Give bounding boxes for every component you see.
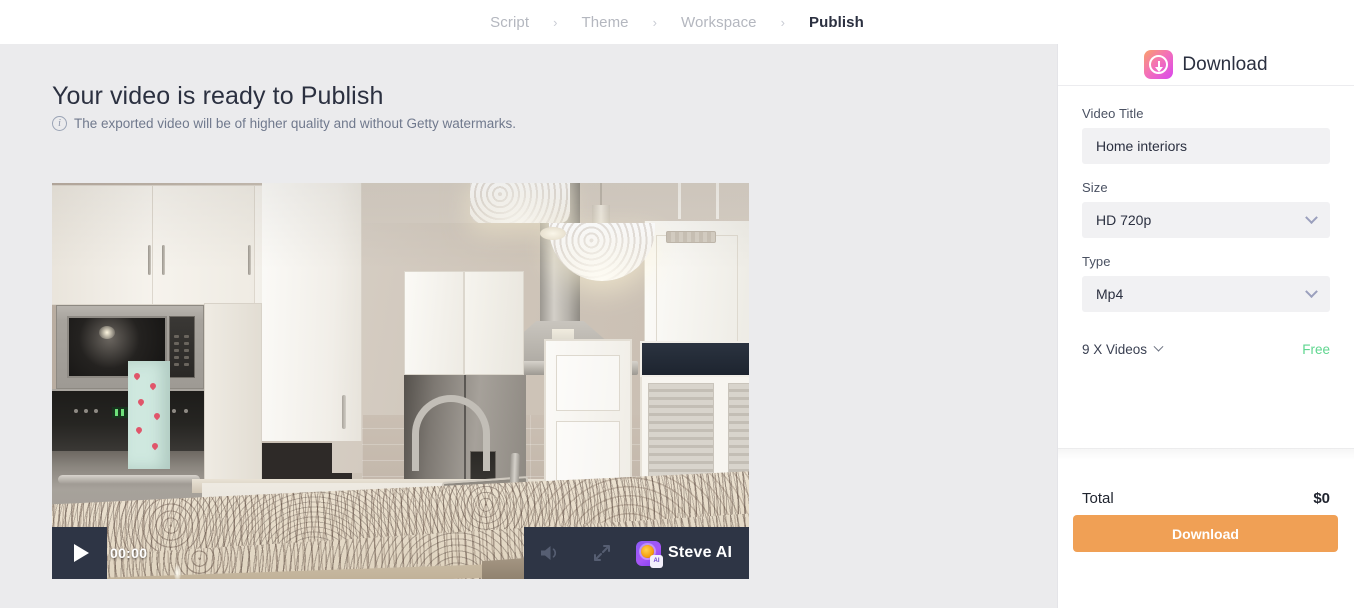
subtitle-row: i The exported video will be of higher q… — [52, 116, 516, 131]
chevron-down-icon — [1305, 284, 1318, 298]
brand-name-label: Steve AI — [668, 544, 733, 561]
breadcrumb-separator-icon: › — [652, 14, 657, 30]
video-title-input[interactable]: Home interiors — [1082, 128, 1330, 164]
player-controls: AI Steve AI 00:00 — [52, 527, 749, 579]
download-badge-icon — [1144, 50, 1174, 79]
videos-price-label: Free — [1302, 342, 1330, 357]
download-panel-title: Download — [1182, 53, 1268, 75]
videos-count-toggle[interactable]: 9 X Videos — [1082, 341, 1164, 357]
steve-ai-logo-icon: AI — [636, 540, 663, 568]
type-value: Mp4 — [1096, 286, 1124, 302]
breadcrumb-item-publish[interactable]: Publish — [807, 14, 866, 31]
download-panel: Download Video Title Home interiors Size… — [1057, 44, 1354, 608]
breadcrumb: Script › Theme › Workspace › Publish — [488, 14, 866, 31]
info-circle-icon: i — [52, 116, 67, 131]
type-select[interactable]: Mp4 — [1082, 276, 1330, 312]
breadcrumb-item-theme[interactable]: Theme — [579, 14, 630, 31]
total-label: Total — [1082, 490, 1114, 507]
breadcrumb-item-workspace[interactable]: Workspace — [679, 14, 759, 31]
fullscreen-button[interactable] — [576, 527, 628, 579]
chevron-down-icon — [1305, 210, 1318, 224]
video-title-label: Video Title — [1082, 106, 1144, 121]
size-label: Size — [1082, 180, 1108, 195]
current-time-label: 00:00 — [110, 545, 148, 561]
brand-badge-label: AI — [650, 554, 663, 568]
size-value: HD 720p — [1096, 212, 1152, 228]
top-header: Script › Theme › Workspace › Publish — [0, 0, 1354, 44]
type-label: Type — [1082, 254, 1111, 269]
play-button[interactable] — [52, 527, 107, 579]
download-panel-header: Download — [1058, 44, 1354, 86]
total-value: $0 — [1313, 490, 1330, 507]
subtitle-text: The exported video will be of higher qua… — [74, 116, 516, 131]
volume-button[interactable] — [524, 527, 576, 579]
size-select[interactable]: HD 720p — [1082, 202, 1330, 238]
kitchen-scene-image — [52, 183, 749, 579]
download-form: Video Title Home interiors Size HD 720p … — [1058, 86, 1354, 312]
total-row: Total $0 — [1058, 490, 1354, 507]
panel-divider — [1058, 448, 1354, 460]
volume-icon — [541, 546, 556, 560]
videos-summary-row: 9 X Videos Free — [1058, 312, 1354, 357]
fullscreen-icon — [594, 545, 610, 561]
page-title: Your video is ready to Publish — [52, 82, 384, 110]
video-preview[interactable]: AI Steve AI 00:00 — [52, 183, 749, 579]
download-button[interactable]: Download — [1073, 515, 1338, 552]
main-stage: Your video is ready to Publish i The exp… — [0, 44, 1057, 608]
progress-bar[interactable] — [107, 527, 524, 579]
breadcrumb-item-script[interactable]: Script — [488, 14, 531, 31]
player-right-controls: AI Steve AI — [524, 527, 749, 579]
breadcrumb-separator-icon: › — [553, 14, 558, 30]
videos-count-label: 9 X Videos — [1082, 342, 1148, 357]
breadcrumb-separator-icon: › — [780, 14, 785, 30]
play-icon — [73, 544, 89, 562]
brand-watermark[interactable]: AI Steve AI — [636, 540, 733, 568]
chevron-down-icon — [1153, 341, 1164, 352]
